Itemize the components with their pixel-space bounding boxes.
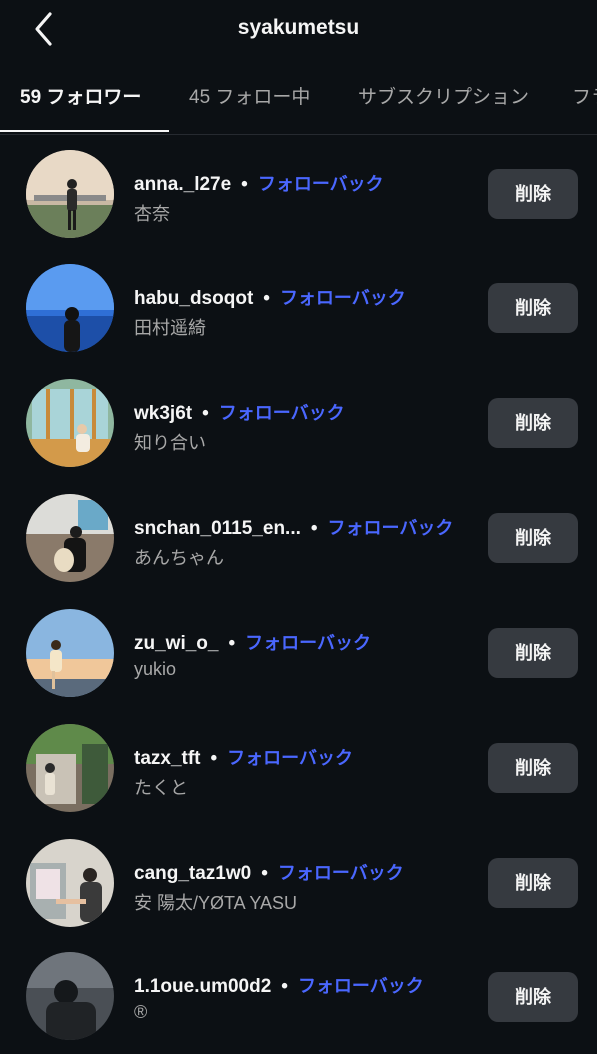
follow-back-link[interactable]: フォローバック [227,748,353,768]
avatar[interactable] [26,952,114,1040]
username-line: tazx_tft • フォローバック [134,744,353,770]
separator-dot: • [281,976,288,997]
username[interactable]: wk3j6t [134,403,192,424]
username[interactable]: anna._l27e [134,174,231,195]
top-bar: syakumetsu [0,0,597,62]
follow-back-link[interactable]: フォローバック [278,863,404,883]
username[interactable]: cang_taz1w0 [134,863,251,884]
username[interactable]: 1.1oue.um00d2 [134,976,271,997]
full-name: 杏奈 [134,204,170,224]
username[interactable]: tazx_tft [134,748,201,769]
full-name: 知り合い [134,433,206,453]
list-item[interactable]: snchan_0115_en... • フォローバック あんちゃん 削除 [0,480,597,594]
remove-button[interactable]: 削除 [488,743,578,793]
full-name: 安 陽太/YØTA YASU [134,893,298,913]
list-item[interactable]: cang_taz1w0 • フォローバック 安 陽太/YØTA YASU 削除 [0,825,597,939]
avatar[interactable] [26,839,114,927]
username[interactable]: zu_wi_o_ [134,633,218,654]
separator-dot: • [228,633,236,654]
username-line: habu_dsoqot • フォローバック [134,284,406,310]
list-item[interactable]: 1.1oue.um00d2 • フォローバック ® 削除 [0,940,597,1054]
username-line: snchan_0115_en... • フォローバック [134,514,453,540]
avatar[interactable] [26,150,114,238]
follow-back-link[interactable]: フォローバック [298,976,424,996]
avatar[interactable] [26,379,114,467]
avatar[interactable] [26,264,114,352]
follow-back-link[interactable]: フォローバック [328,518,454,538]
full-name: yukio [134,659,177,679]
remove-button[interactable]: 削除 [488,513,578,563]
tab-following[interactable]: 45 フォロー中 [189,62,310,134]
avatar[interactable] [26,609,114,697]
list-item[interactable]: wk3j6t • フォローバック 知り合い 削除 [0,365,597,479]
tab-flagged[interactable]: フラ [572,62,597,134]
remove-button[interactable]: 削除 [488,283,578,333]
remove-button[interactable]: 削除 [488,398,578,448]
full-name: 田村遥綺 [134,318,206,338]
username-line: cang_taz1w0 • フォローバック [134,859,404,885]
separator-dot: • [210,748,218,769]
follow-back-link[interactable]: フォローバック [245,633,371,653]
username-line: anna._l27e • フォローバック [134,170,384,196]
separator-dot: • [202,403,209,424]
separator-dot: • [261,863,268,884]
list-item[interactable]: tazx_tft • フォローバック たくと 削除 [0,710,597,824]
avatar[interactable] [26,494,114,582]
full-name: あんちゃん [134,548,224,568]
tab-followers[interactable]: 59 フォロワー [20,62,141,134]
remove-button[interactable]: 削除 [488,628,578,678]
avatar[interactable] [26,724,114,812]
username[interactable]: snchan_0115_en... [134,518,301,539]
remove-button[interactable]: 削除 [488,169,578,219]
username-line: zu_wi_o_ • フォローバック [134,629,371,655]
tab-subscriptions[interactable]: サブスクリプション [358,62,529,134]
separator-dot: • [241,174,248,195]
remove-button[interactable]: 削除 [488,972,578,1022]
page-title: syakumetsu [237,16,360,39]
remove-button[interactable]: 削除 [488,858,578,908]
separator-dot: • [263,288,270,309]
list-item[interactable]: habu_dsoqot • フォローバック 田村遥綺 削除 [0,250,597,364]
full-name: たくと [134,778,188,798]
username[interactable]: habu_dsoqot [134,288,253,309]
follow-back-link[interactable]: フォローバック [258,174,384,194]
full-name: ® [134,1002,148,1022]
username-line: 1.1oue.um00d2 • フォローバック [134,972,424,998]
separator-dot: • [310,518,318,539]
tab-bar: 59 フォロワー 45 フォロー中 サブスクリプション フラ [0,62,597,135]
username-line: wk3j6t • フォローバック [134,399,345,425]
active-tab-indicator [0,130,169,132]
list-item[interactable]: zu_wi_o_ • フォローバック yukio 削除 [0,595,597,709]
list-item[interactable]: anna._l27e • フォローバック 杏奈 削除 [0,136,597,250]
follow-back-link[interactable]: フォローバック [280,288,406,308]
follow-back-link[interactable]: フォローバック [219,403,345,423]
